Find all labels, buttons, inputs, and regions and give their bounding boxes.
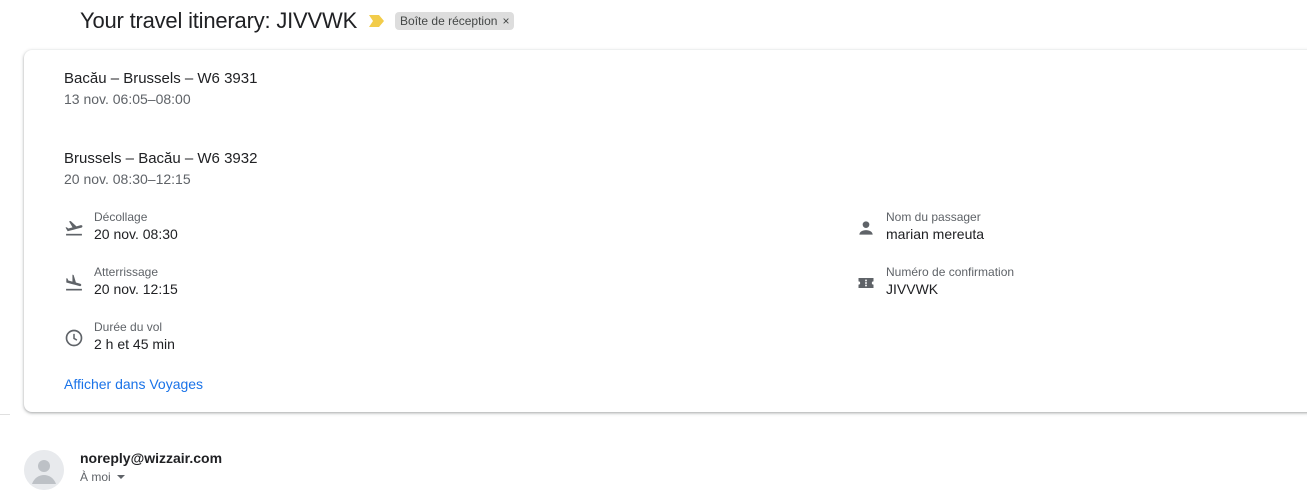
email-header: Your travel itinerary: JIVVWK Boîte de r… <box>80 6 515 36</box>
clock-icon <box>64 328 84 348</box>
person-icon <box>856 218 876 238</box>
inbox-label-chip[interactable]: Boîte de réception × <box>395 12 515 30</box>
flight-2-subtitle: 20 nov. 08:30–12:15 <box>64 171 191 187</box>
flight-landing-icon <box>64 273 84 293</box>
importance-marker-icon[interactable] <box>369 14 385 28</box>
detail-takeoff: Décollage 20 nov. 08:30 <box>64 210 178 244</box>
email-subject: Your travel itinerary: JIVVWK <box>80 8 358 33</box>
divider <box>0 414 10 415</box>
duration-value: 2 h et 45 min <box>94 336 175 352</box>
passenger-label: Nom du passager <box>886 210 981 224</box>
flight-1-subtitle: 13 nov. 06:05–08:00 <box>64 91 191 107</box>
message-sender-row: noreply@wizzair.com À moi <box>24 448 222 490</box>
landing-value: 20 nov. 12:15 <box>94 281 178 297</box>
sender-email[interactable]: noreply@wizzair.com <box>80 450 222 466</box>
detail-confirmation: Numéro de confirmation JIVVWK <box>856 265 1014 299</box>
remove-label-icon[interactable]: × <box>502 14 509 28</box>
flight-itinerary-card: Bacău – Brussels – W6 3931 13 nov. 06:05… <box>24 50 1307 412</box>
sender-info: noreply@wizzair.com À moi <box>80 450 222 484</box>
flight-takeoff-icon <box>64 218 84 238</box>
flight-1-title: Bacău – Brussels – W6 3931 <box>64 70 258 87</box>
detail-passenger: Nom du passager marian mereuta <box>856 210 984 244</box>
takeoff-value: 20 nov. 08:30 <box>94 226 178 242</box>
detail-landing: Atterrissage 20 nov. 12:15 <box>64 265 178 299</box>
landing-label: Atterrissage <box>94 265 159 279</box>
detail-duration: Durée du vol 2 h et 45 min <box>64 320 175 354</box>
label-chip-text: Boîte de réception <box>400 14 498 28</box>
default-avatar-icon[interactable] <box>24 450 64 490</box>
passenger-value: marian mereuta <box>886 226 985 242</box>
duration-label: Durée du vol <box>94 320 163 334</box>
ticket-icon <box>856 273 876 293</box>
chevron-down-icon[interactable] <box>116 475 125 479</box>
confirmation-label: Numéro de confirmation <box>886 265 1015 279</box>
confirmation-value: JIVVWK <box>886 281 939 297</box>
flight-2-title: Brussels – Bacău – W6 3932 <box>64 150 258 167</box>
view-in-trips-link[interactable]: Afficher dans Voyages <box>64 376 203 392</box>
takeoff-label: Décollage <box>94 210 148 224</box>
